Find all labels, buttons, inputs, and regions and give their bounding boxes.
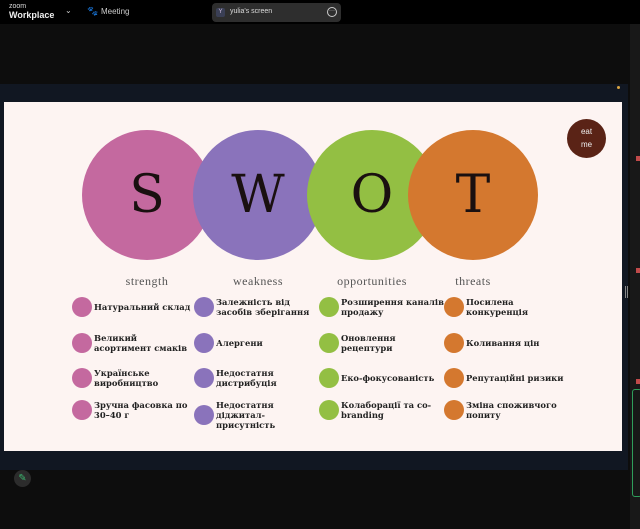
bullet-dot: [72, 297, 92, 317]
bullet-dot: [319, 297, 339, 317]
swot-item: Посилена конкуренція: [444, 297, 569, 317]
annotate-pencil-icon[interactable]: ✎: [14, 470, 31, 487]
swot-item: Великий асортимент смаків: [72, 333, 197, 353]
swot-item: Українське виробництво: [72, 368, 197, 388]
top-bar: zoom Workplace ⌄ 🐾 Meeting Y yulia's scr…: [0, 0, 640, 24]
swot-item-text: Колаборації та co-branding: [341, 400, 432, 420]
swot-item-text: Алергени: [216, 338, 263, 348]
workplace-logo: Workplace: [9, 10, 55, 20]
active-speaker-tile[interactable]: [632, 389, 640, 497]
bullet-dot: [319, 400, 339, 420]
swot-item-text: Великий асортимент смаків: [94, 333, 188, 353]
muted-mic-icon: [636, 379, 640, 384]
muted-mic-icon: [636, 156, 640, 161]
bullet-dot: [444, 297, 464, 317]
swot-item: Недостатня дистрибуція: [194, 368, 319, 388]
bullet-dot: [194, 297, 214, 317]
swot-item-text: Коливання цін: [466, 338, 540, 348]
swot-slide: eat me Sstrength Натуральний склад Великий …: [4, 102, 622, 451]
swot-item-text: Розширення каналів продажу: [341, 297, 444, 317]
swot-label: weakness: [233, 274, 283, 288]
swot-item: Еко-фокусованість: [319, 368, 444, 388]
resize-handle[interactable]: [625, 286, 628, 298]
swot-item-text: Натуральний склад: [94, 302, 191, 312]
bullet-dot: [72, 368, 92, 388]
chevron-down-icon[interactable]: ⌄: [65, 6, 72, 15]
swot-item: Алергени: [194, 333, 319, 353]
swot-item-text: Репутаційні ризики: [466, 373, 564, 383]
bullet-dot: [444, 333, 464, 353]
bullet-dot: [444, 400, 464, 420]
meeting-button[interactable]: Meeting: [101, 7, 129, 16]
swot-label: opportunities: [337, 274, 407, 288]
zoom-logo-small: zoom: [9, 3, 27, 10]
paw-icon: 🐾: [87, 6, 99, 16]
bullet-dot: [444, 368, 464, 388]
swot-item: Недостатня діджитал-присутність: [194, 400, 319, 430]
swot-label: threats: [455, 274, 491, 288]
swot-item-text: Залежність від засобів зберігання: [216, 297, 310, 317]
swot-item: Зручна фасовка по 30–40 г: [72, 400, 197, 420]
swot-item-text: Недостатня діджитал-присутність: [216, 400, 276, 430]
bullet-dot: [72, 333, 92, 353]
swot-item: Залежність від засобів зберігання: [194, 297, 319, 317]
swot-item: Колаборації та co-branding: [319, 400, 444, 420]
swot-item-text: Зміна споживчого попиту: [466, 400, 557, 420]
swot-label: strength: [125, 274, 169, 288]
bullet-dot: [194, 333, 214, 353]
screen-name: yulia's screen: [230, 8, 273, 15]
bullet-dot: [72, 400, 92, 420]
status-dot: [617, 86, 620, 89]
swot-item: Репутаційні ризики: [444, 368, 569, 388]
swot-item: Оновлення рецептури: [319, 333, 444, 353]
swot-item-text: Зручна фасовка по 30–40 г: [94, 400, 188, 420]
swot-item-text: Еко-фокусованість: [341, 373, 435, 383]
eat-me-logo: eat me: [567, 119, 606, 158]
bullet-dot: [319, 368, 339, 388]
bullet-dot: [194, 405, 214, 425]
swot-item-text: Українське виробництво: [94, 368, 159, 388]
swot-item: Розширення каналів продажу: [319, 297, 444, 317]
swot-item-text: Оновлення рецептури: [341, 333, 396, 353]
shared-screen-indicator[interactable]: Y yulia's screen ···: [212, 3, 341, 22]
swot-item-text: Посилена конкуренція: [466, 297, 529, 317]
bullet-dot: [319, 333, 339, 353]
swot-item: Зміна споживчого попиту: [444, 400, 569, 420]
avatar: Y: [216, 8, 225, 17]
swot-circle-weakness: W: [193, 130, 323, 260]
swot-item: Коливання цін: [444, 333, 569, 353]
swot-item-text: Недостатня дистрибуція: [216, 368, 277, 388]
swot-item: Натуральний склад: [72, 297, 197, 317]
muted-mic-icon: [636, 268, 640, 273]
more-options-icon[interactable]: ···: [327, 7, 337, 17]
bullet-dot: [194, 368, 214, 388]
swot-circle-threats: T: [408, 130, 538, 260]
